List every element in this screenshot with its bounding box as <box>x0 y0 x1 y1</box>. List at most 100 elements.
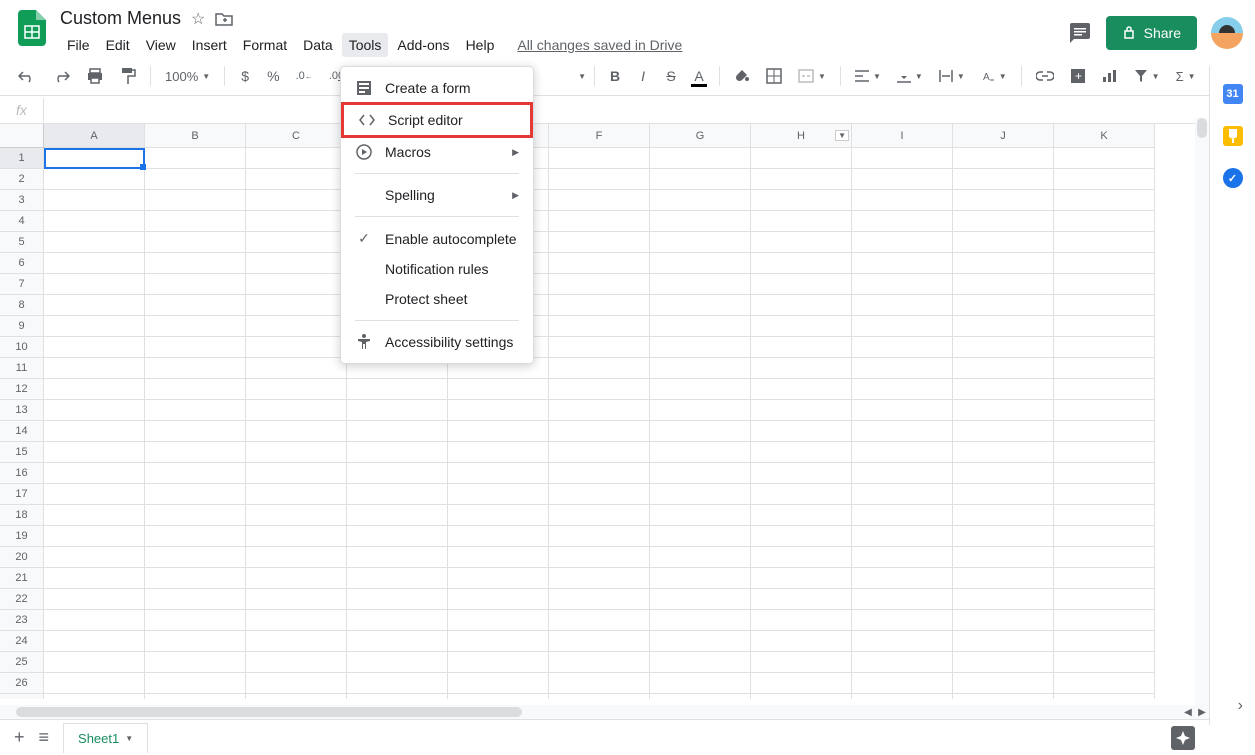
cell[interactable] <box>549 694 650 699</box>
cell[interactable] <box>448 673 549 694</box>
text-color-icon[interactable]: A <box>687 63 711 89</box>
cell[interactable] <box>1054 463 1155 484</box>
column-filter-icon[interactable]: ▼ <box>835 130 849 141</box>
cell[interactable] <box>751 694 852 699</box>
cell[interactable] <box>751 211 852 232</box>
cell[interactable] <box>347 631 448 652</box>
menu-data[interactable]: Data <box>296 33 340 57</box>
cell[interactable] <box>650 253 751 274</box>
format-currency-icon[interactable]: $ <box>233 63 257 89</box>
cell[interactable] <box>549 169 650 190</box>
cell[interactable] <box>953 463 1054 484</box>
cell[interactable] <box>852 421 953 442</box>
cell[interactable] <box>650 673 751 694</box>
cell[interactable] <box>751 631 852 652</box>
cell[interactable] <box>44 400 145 421</box>
cell[interactable] <box>549 568 650 589</box>
cell[interactable] <box>953 610 1054 631</box>
cell[interactable] <box>44 148 145 169</box>
cell[interactable] <box>852 211 953 232</box>
cell[interactable] <box>145 358 246 379</box>
cell[interactable] <box>145 463 246 484</box>
cell[interactable] <box>549 547 650 568</box>
cell[interactable] <box>953 190 1054 211</box>
move-folder-icon[interactable] <box>215 11 233 27</box>
cell[interactable] <box>44 484 145 505</box>
cell[interactable] <box>44 463 145 484</box>
cell[interactable] <box>852 442 953 463</box>
cell[interactable] <box>1054 211 1155 232</box>
cell[interactable] <box>852 526 953 547</box>
cell[interactable] <box>145 631 246 652</box>
cell[interactable] <box>145 589 246 610</box>
cell[interactable] <box>347 610 448 631</box>
cell[interactable] <box>751 568 852 589</box>
cell[interactable] <box>549 316 650 337</box>
cell[interactable] <box>1054 232 1155 253</box>
cell[interactable] <box>852 673 953 694</box>
cell[interactable] <box>549 295 650 316</box>
cell[interactable] <box>650 589 751 610</box>
cell[interactable] <box>145 484 246 505</box>
cell[interactable] <box>852 274 953 295</box>
cell[interactable] <box>650 316 751 337</box>
horizontal-scrollbar[interactable]: ◀ ▶ <box>0 705 1209 719</box>
undo-icon[interactable] <box>12 63 42 89</box>
cell[interactable] <box>650 274 751 295</box>
cell[interactable] <box>246 547 347 568</box>
cell[interactable] <box>347 505 448 526</box>
filter-icon[interactable]: ▼ <box>1128 65 1166 87</box>
cell[interactable] <box>751 442 852 463</box>
cell[interactable] <box>1054 295 1155 316</box>
cell[interactable] <box>246 526 347 547</box>
cell[interactable] <box>1054 484 1155 505</box>
formula-input[interactable] <box>44 96 1255 123</box>
cell[interactable] <box>246 568 347 589</box>
cell[interactable] <box>145 190 246 211</box>
cell[interactable] <box>347 421 448 442</box>
column-header[interactable]: G <box>650 124 751 148</box>
cell[interactable] <box>852 316 953 337</box>
cell[interactable] <box>852 589 953 610</box>
row-header[interactable]: 4 <box>0 211 44 232</box>
cell[interactable] <box>246 631 347 652</box>
cell[interactable] <box>246 190 347 211</box>
cell[interactable] <box>44 652 145 673</box>
cell[interactable] <box>44 211 145 232</box>
cell[interactable] <box>751 253 852 274</box>
cell[interactable] <box>751 610 852 631</box>
row-header[interactable]: 17 <box>0 484 44 505</box>
explore-icon[interactable] <box>1171 726 1195 750</box>
cell[interactable] <box>953 169 1054 190</box>
row-header[interactable]: 14 <box>0 421 44 442</box>
cell[interactable] <box>852 148 953 169</box>
save-status[interactable]: All changes saved in Drive <box>517 37 682 53</box>
cell[interactable] <box>246 610 347 631</box>
cell[interactable] <box>751 421 852 442</box>
cell[interactable] <box>1054 421 1155 442</box>
fill-color-icon[interactable] <box>728 63 756 89</box>
cell[interactable] <box>751 400 852 421</box>
cell[interactable] <box>751 484 852 505</box>
cell[interactable] <box>1054 442 1155 463</box>
row-header[interactable]: 18 <box>0 505 44 526</box>
cell[interactable] <box>448 442 549 463</box>
cell[interactable] <box>953 148 1054 169</box>
cell[interactable] <box>650 211 751 232</box>
cell[interactable] <box>145 652 246 673</box>
cell[interactable] <box>246 169 347 190</box>
cell[interactable] <box>549 484 650 505</box>
insert-link-icon[interactable] <box>1030 63 1060 89</box>
column-header[interactable]: C <box>246 124 347 148</box>
cell[interactable] <box>145 505 246 526</box>
cell[interactable] <box>448 589 549 610</box>
cell[interactable] <box>549 379 650 400</box>
cell[interactable] <box>549 148 650 169</box>
cell[interactable] <box>347 673 448 694</box>
cell[interactable] <box>1054 568 1155 589</box>
borders-icon[interactable] <box>760 63 788 89</box>
cell[interactable] <box>145 169 246 190</box>
cell[interactable] <box>246 505 347 526</box>
row-header[interactable]: 2 <box>0 169 44 190</box>
cell[interactable] <box>751 652 852 673</box>
